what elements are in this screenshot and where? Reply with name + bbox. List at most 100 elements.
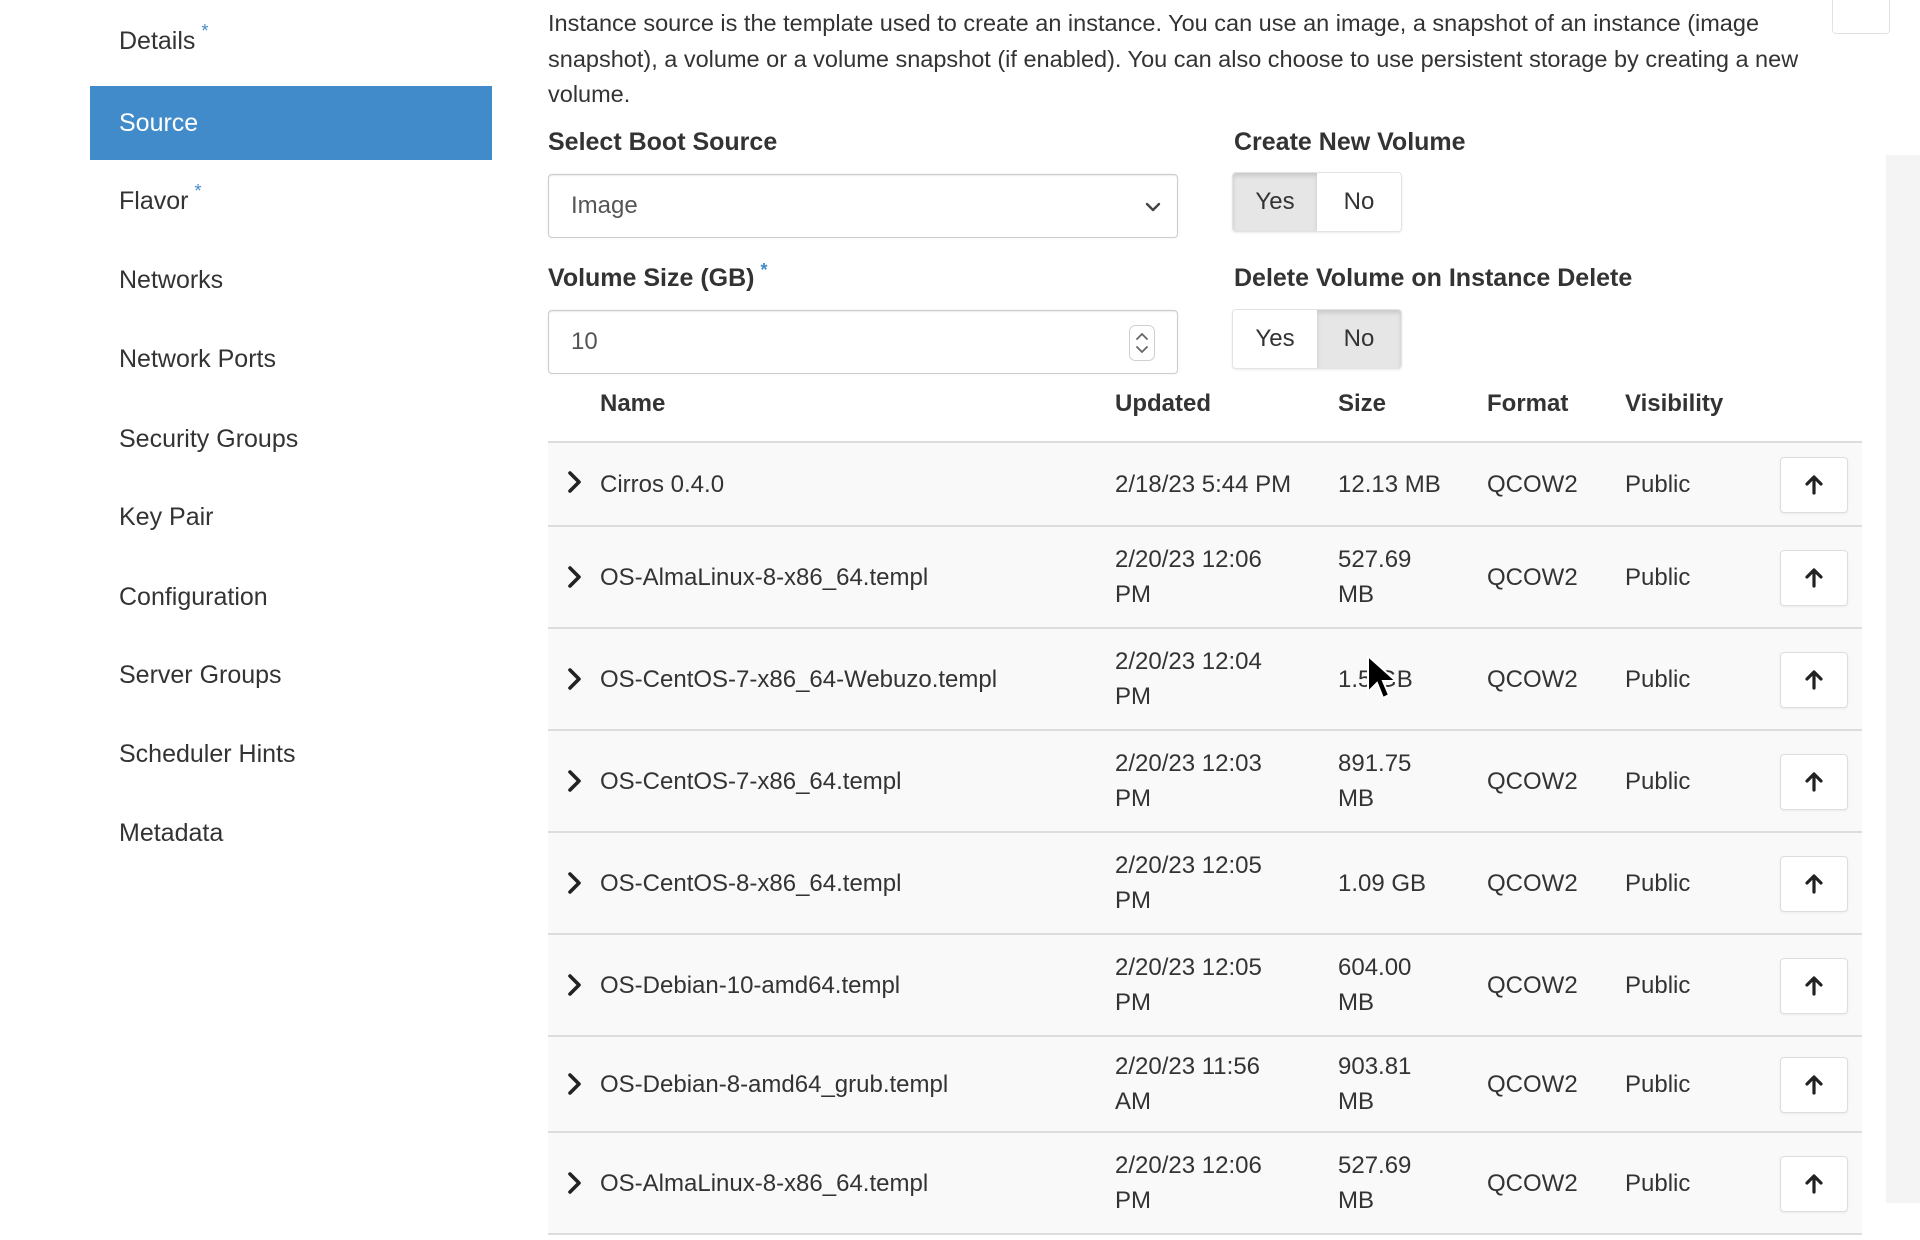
row-visibility: Public xyxy=(1625,870,1691,897)
boot-source-value: Image xyxy=(571,192,638,219)
row-visibility: Public xyxy=(1625,768,1691,795)
sidebar-item-label: Flavor xyxy=(119,186,189,215)
arrow-up-icon xyxy=(1805,772,1823,792)
sidebar-item-label: Key Pair xyxy=(119,502,214,531)
allocate-button[interactable] xyxy=(1780,1156,1848,1212)
chevron-right-icon[interactable] xyxy=(562,1071,588,1097)
volume-size-label: Volume Size (GB) * xyxy=(548,260,768,292)
row-updated: 2/20/23 12:03 PM xyxy=(1115,750,1262,812)
volume-size-input[interactable]: 10 xyxy=(548,310,1178,374)
sidebar-item-label: Metadata xyxy=(119,818,224,847)
allocate-button[interactable] xyxy=(1780,856,1848,912)
delete-volume-yes-button[interactable]: Yes xyxy=(1233,310,1317,368)
chevron-right-icon[interactable] xyxy=(562,564,588,590)
allocate-button[interactable] xyxy=(1780,1057,1848,1113)
row-format: QCOW2 xyxy=(1487,1170,1578,1197)
chevron-right-icon[interactable] xyxy=(562,1170,588,1196)
sidebar-item-label: Server Groups xyxy=(119,660,282,689)
required-marker: * xyxy=(194,180,202,201)
chevron-right-icon[interactable] xyxy=(562,768,588,794)
row-format: QCOW2 xyxy=(1487,972,1578,999)
row-visibility: Public xyxy=(1625,564,1691,591)
row-name: OS-AlmaLinux-8-x86_64.templ xyxy=(600,1170,929,1197)
row-updated: 2/20/23 12:06 PM xyxy=(1115,1152,1262,1214)
arrow-up-icon xyxy=(1805,670,1823,690)
table-row[interactable]: OS-AlmaLinux-8-x86_64.templ 2/20/23 12:0… xyxy=(548,1133,1862,1235)
column-header-size[interactable]: Size xyxy=(1338,390,1386,418)
chevron-down-icon xyxy=(1145,202,1161,212)
row-format: QCOW2 xyxy=(1487,471,1578,498)
create-volume-label: Create New Volume xyxy=(1234,128,1466,156)
sidebar-item-label: Security Groups xyxy=(119,424,299,453)
chevron-right-icon[interactable] xyxy=(562,972,588,998)
row-visibility: Public xyxy=(1625,972,1691,999)
allocate-button[interactable] xyxy=(1780,550,1848,606)
help-button[interactable] xyxy=(1832,0,1890,34)
table-row[interactable]: Cirros 0.4.0 2/18/23 5:44 PM 12.13 MB QC… xyxy=(548,443,1862,527)
row-visibility: Public xyxy=(1625,471,1691,498)
row-name: OS-Debian-10-amd64.templ xyxy=(600,972,901,999)
sidebar-item-networks[interactable]: Networks xyxy=(90,243,492,317)
sidebar-item-configuration[interactable]: Configuration xyxy=(90,560,492,634)
sidebar-item-label: Configuration xyxy=(119,582,268,611)
row-size: 527.69 MB xyxy=(1338,546,1412,608)
arrow-up-icon xyxy=(1805,976,1823,996)
row-updated: 2/20/23 12:06 PM xyxy=(1115,546,1262,608)
column-header-format[interactable]: Format xyxy=(1487,390,1568,418)
sidebar-item-details[interactable]: Details * xyxy=(90,4,492,78)
sidebar-item-flavor[interactable]: Flavor * xyxy=(90,164,492,238)
arrow-up-icon xyxy=(1805,1075,1823,1095)
sidebar-item-label: Network Ports xyxy=(119,344,276,373)
row-size: 1.09 GB xyxy=(1338,870,1427,897)
column-header-visibility[interactable]: Visibility xyxy=(1625,390,1723,418)
sidebar-item-label: Source xyxy=(119,108,199,137)
table-row[interactable]: OS-Debian-10-amd64.templ 2/20/23 12:05 PM… xyxy=(548,935,1862,1037)
chevron-right-icon[interactable] xyxy=(562,870,588,896)
table-row[interactable]: OS-Debian-8-amd64_grub.templ 2/20/23 11:… xyxy=(548,1037,1862,1133)
row-size: 527.69 MB xyxy=(1338,1152,1412,1214)
row-name: OS-Debian-8-amd64_grub.templ xyxy=(600,1071,949,1098)
delete-volume-label: Delete Volume on Instance Delete xyxy=(1234,264,1633,292)
allocate-button[interactable] xyxy=(1780,754,1848,810)
create-volume-no-button[interactable]: No xyxy=(1317,173,1401,231)
sidebar-item-server-groups[interactable]: Server Groups xyxy=(90,638,492,712)
allocate-button[interactable] xyxy=(1780,958,1848,1014)
sidebar-item-scheduler-hints[interactable]: Scheduler Hints xyxy=(90,717,492,791)
sidebar-item-source[interactable]: Source xyxy=(90,86,492,160)
row-format: QCOW2 xyxy=(1487,870,1578,897)
row-visibility: Public xyxy=(1625,1071,1691,1098)
boot-source-select[interactable]: Image xyxy=(548,174,1178,238)
sidebar-item-network-ports[interactable]: Network Ports xyxy=(90,322,492,396)
row-size: 891.75 MB xyxy=(1338,750,1412,812)
table-row[interactable]: OS-CentOS-8-x86_64.templ 2/20/23 12:05 PM… xyxy=(548,833,1862,935)
delete-volume-no-button[interactable]: No xyxy=(1317,310,1401,368)
row-size: 903.81 MB xyxy=(1338,1053,1412,1115)
sidebar-item-security-groups[interactable]: Security Groups xyxy=(90,402,492,476)
table-row[interactable]: OS-AlmaLinux-8-x86_64.templ 2/20/23 12:0… xyxy=(548,527,1862,629)
allocate-button[interactable] xyxy=(1780,457,1848,513)
row-visibility: Public xyxy=(1625,666,1691,693)
column-header-name[interactable]: Name xyxy=(600,390,665,418)
delete-volume-toggle: Yes No xyxy=(1232,309,1402,369)
sidebar-item-metadata[interactable]: Metadata xyxy=(90,796,492,870)
sidebar-item-key-pair[interactable]: Key Pair xyxy=(90,480,492,554)
row-format: QCOW2 xyxy=(1487,1071,1578,1098)
row-updated: 2/20/23 11:56 AM xyxy=(1115,1053,1261,1115)
sidebar-item-label: Networks xyxy=(119,265,224,294)
row-name: OS-AlmaLinux-8-x86_64.templ xyxy=(600,564,929,591)
number-spinner-icon[interactable] xyxy=(1129,325,1155,361)
column-header-updated[interactable]: Updated xyxy=(1115,390,1211,418)
required-marker: * xyxy=(760,260,768,280)
create-volume-yes-button[interactable]: Yes xyxy=(1233,173,1317,231)
table-row[interactable]: OS-CentOS-7-x86_64-Webuzo.templ 2/20/23 … xyxy=(548,629,1862,731)
chevron-right-icon[interactable] xyxy=(562,666,588,692)
sidebar-item-label: Details xyxy=(119,26,196,55)
scrollbar-track[interactable] xyxy=(1886,155,1920,1203)
chevron-right-icon[interactable] xyxy=(562,469,588,495)
row-updated: 2/20/23 12:05 PM xyxy=(1115,852,1262,914)
source-description: Instance source is the template used to … xyxy=(548,10,1799,107)
row-name: OS-CentOS-7-x86_64.templ xyxy=(600,768,902,795)
row-updated: 2/20/23 12:04 PM xyxy=(1115,648,1262,710)
table-row[interactable]: OS-CentOS-7-x86_64.templ 2/20/23 12:03 PM… xyxy=(548,731,1862,833)
allocate-button[interactable] xyxy=(1780,652,1848,708)
